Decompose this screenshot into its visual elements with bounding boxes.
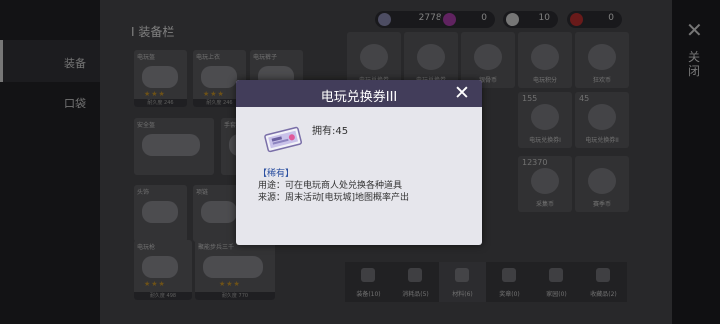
ticket-icon [264,126,302,153]
item-detail-dialog: 电玩兑换券III ✕ 拥有:45 【稀有】 用途：可在电玩商人处兑换各种道具 来… [236,80,482,245]
dialog-title: 电玩兑换券III [320,90,398,105]
close-icon[interactable]: ✕ [454,83,470,103]
source-text: 来源：周末活动[电玩城]地图概率产出 [258,193,410,203]
owned-count: 拥有:45 [312,126,349,137]
